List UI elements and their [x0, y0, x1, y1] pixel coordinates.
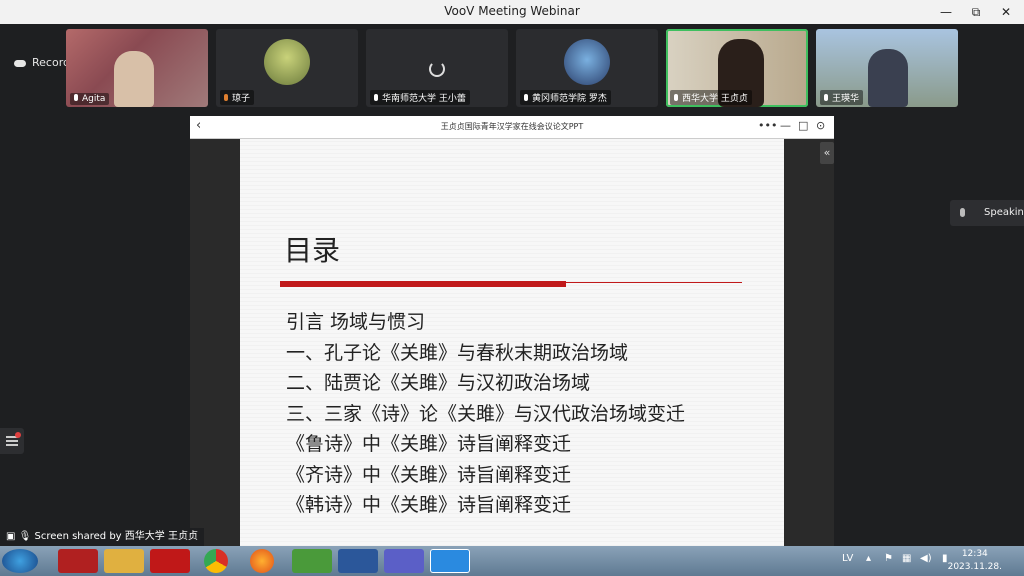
mic-icon: [374, 94, 378, 101]
participant-tile[interactable]: 琼子: [216, 29, 358, 107]
mic-icon: 🎙: [18, 531, 32, 542]
collapse-panel-icon[interactable]: «: [820, 142, 834, 164]
minimize-button[interactable]: —: [932, 2, 960, 22]
speaking-indicator[interactable]: Speaking: [950, 200, 1024, 226]
participant-video: [114, 51, 154, 107]
sync-app-icon[interactable]: [292, 549, 332, 573]
screen-share-status: ▣ 🎙 Screen shared by 西华大学 王贞贞: [0, 528, 204, 546]
mic-icon: [674, 94, 678, 101]
avatar: [264, 39, 310, 85]
loading-spinner-icon: [429, 61, 445, 77]
toc-item: 《韩诗》中《关雎》诗旨阐释变迁: [286, 494, 572, 516]
chrome-icon[interactable]: [204, 549, 228, 573]
window-title: VooV Meeting Webinar: [444, 4, 580, 18]
participants-strip: Recording Agita 琼子 华南师范大学 王小蕾 黄冈师范学院 罗杰 …: [0, 24, 1024, 114]
window-title-bar: VooV Meeting Webinar — ⧉ ✕: [0, 0, 1024, 24]
user-icon: [224, 94, 228, 101]
participant-tile[interactable]: 华南师范大学 王小蕾: [366, 29, 508, 107]
participant-name: 琼子: [220, 90, 255, 105]
toc-item: 《齐诗》中《关雎》诗旨阐释变迁: [286, 463, 572, 486]
cloud-icon: [14, 59, 26, 67]
toc-item: 二、陆贾论《关雎》与汉初政治场域: [286, 372, 591, 394]
table-of-contents: 引言 场域与惯习 一、孔子论《关雎》与春秋末期政治场域 二、陆贾论《关雎》与汉初…: [286, 307, 685, 521]
participant-name: 华南师范大学 王小蕾: [370, 90, 470, 105]
toc-item: 三、三家《诗》论《关雎》与汉代政治场域变迁: [286, 402, 686, 425]
heading-underline-thin: [566, 282, 742, 283]
more-options-icon[interactable]: •••: [758, 119, 777, 132]
participant-tile[interactable]: 黄冈师范学院 罗杰: [516, 29, 658, 107]
heading-underline: [280, 281, 566, 287]
maximize-icon[interactable]: □: [798, 119, 808, 132]
volume-icon[interactable]: ◀): [920, 553, 932, 564]
share-status-label: Screen shared by 西华大学 王贞贞: [34, 531, 198, 542]
mic-icon: [960, 208, 965, 217]
participant-list-button[interactable]: [0, 428, 24, 454]
system-clock[interactable]: 12:34 2023.11.28.: [948, 548, 1002, 574]
screen-icon: ▣: [6, 531, 16, 542]
word-icon[interactable]: [338, 549, 378, 573]
show-hidden-icons-icon[interactable]: ▴: [866, 553, 871, 564]
document-title: 王贞贞国际青年汉学家在线会议论文PPT: [440, 122, 584, 131]
pdf-reader-icon[interactable]: [150, 549, 190, 573]
network-icon[interactable]: ▦: [902, 553, 911, 564]
presentation-toolbar: ‹ 王贞贞国际青年汉学家在线会议论文PPT ••• — □ ⊙: [190, 116, 834, 139]
speaking-label: Speaking: [984, 207, 1024, 218]
app-icon[interactable]: [58, 549, 98, 573]
mic-icon: [824, 94, 828, 101]
toc-item: 引言 场域与惯习: [286, 311, 426, 333]
voov-meeting-icon[interactable]: [430, 549, 470, 573]
toc-item: 一、孔子论《关雎》与春秋末期政治场域: [286, 341, 629, 364]
participant-name: 西华大学 王贞贞: [670, 90, 752, 105]
mic-icon: [74, 94, 78, 101]
shared-screen: ‹ 王贞贞国际青年汉学家在线会议论文PPT ••• — □ ⊙ 目录 引言 场域…: [190, 116, 834, 546]
participant-tile[interactable]: 王瑛华: [816, 29, 958, 107]
firefox-icon[interactable]: [250, 549, 274, 573]
participant-tile-active-speaker[interactable]: 西华大学 王贞贞: [666, 29, 808, 107]
minimize-icon[interactable]: —: [780, 119, 791, 132]
participant-tile[interactable]: Agita: [66, 29, 208, 107]
mic-icon: [524, 94, 528, 101]
participant-name: Agita: [70, 93, 110, 105]
participant-name: 黄冈师范学院 罗杰: [520, 90, 611, 105]
clock-time: 12:34: [961, 549, 988, 559]
language-indicator[interactable]: LV: [842, 553, 853, 564]
avatar: [564, 39, 610, 85]
presentation-slide: 目录 引言 场域与惯习 一、孔子论《关雎》与春秋末期政治场域 二、陆贾论《关雎》…: [240, 139, 784, 546]
slide-heading: 目录: [284, 234, 341, 267]
notification-dot: [15, 432, 21, 438]
maximize-button[interactable]: ⧉: [962, 2, 990, 22]
start-button-icon[interactable]: [2, 549, 38, 573]
teams-icon[interactable]: [384, 549, 424, 573]
flag-icon[interactable]: ⚑: [884, 553, 893, 564]
close-circle-icon[interactable]: ⊙: [816, 119, 825, 132]
participant-video: [868, 49, 908, 107]
close-button[interactable]: ✕: [992, 2, 1020, 22]
file-explorer-icon[interactable]: [104, 549, 144, 573]
participant-name: 王瑛华: [820, 90, 864, 105]
clock-date: 2023.11.28.: [947, 562, 1002, 572]
taskbar: LV ▴ ⚑ ▦ ◀) ▮ 12:34 2023.11.28.: [0, 546, 1024, 576]
toc-item: 《鲁诗》中《关雎》诗旨阐释变迁: [286, 433, 572, 455]
